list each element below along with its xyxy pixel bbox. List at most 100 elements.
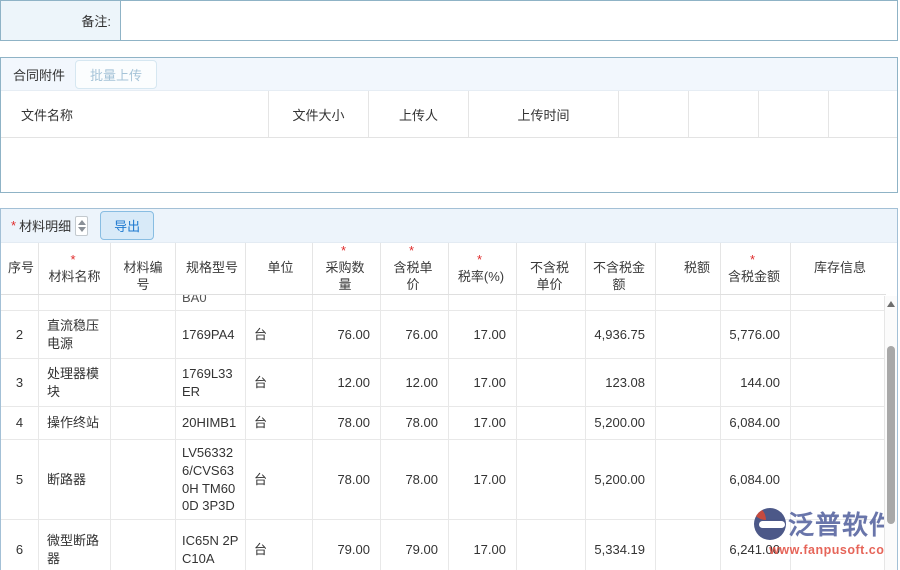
column-header-empty — [619, 91, 689, 137]
attachments-empty-body — [1, 138, 897, 192]
cell-tax-amount — [656, 440, 721, 519]
cell-tax-rate: 17.00 — [449, 440, 517, 519]
attachments-table-header: 文件名称 文件大小 上传人 上传时间 — [1, 91, 897, 138]
cell-material-name: 微型断路器 — [39, 520, 111, 570]
cell-qty: 78.00 — [313, 407, 381, 439]
clipped-spec-text: BA0 — [182, 295, 207, 307]
cell-amount-incl: 6,084.00 — [721, 407, 791, 439]
cell-tax-rate: 17.00 — [449, 311, 517, 358]
sort-spinner-icon[interactable] — [75, 216, 88, 236]
cell-tax-amount — [656, 311, 721, 358]
remark-label: 备注: — [1, 1, 121, 40]
required-asterisk: * — [11, 218, 16, 233]
column-header-file-size: 文件大小 — [269, 91, 369, 137]
column-header-inventory-info: 库存信息 — [791, 243, 886, 294]
cell-tax-amount — [656, 359, 721, 406]
table-row[interactable]: 6 微型断路器 IC65N 2P C10A 台 79.00 79.00 17.0… — [1, 520, 886, 570]
cell-spec: 20HIMB1 — [176, 407, 246, 439]
export-button[interactable]: 导出 — [100, 211, 154, 240]
column-header-price-excl-tax: 不含税单价 — [517, 243, 586, 294]
cell-amount-incl: 5,776.00 — [721, 311, 791, 358]
column-header-seq: 序号 — [1, 243, 39, 294]
table-row[interactable]: 4 操作终站 20HIMB1 台 78.00 78.00 17.00 5,200… — [1, 407, 886, 440]
cell-inventory — [791, 359, 886, 406]
spinner-up-icon[interactable] — [78, 220, 86, 225]
cell-amount-excl: 4,936.75 — [586, 311, 656, 358]
cell-price-incl: 78.00 — [381, 407, 449, 439]
column-header-spec-model: 规格型号 — [176, 243, 246, 294]
column-header-file-name: 文件名称 — [1, 91, 269, 137]
cell-spec: 1769L33ER — [176, 359, 246, 406]
scroll-up-arrow-icon[interactable] — [887, 301, 895, 307]
procurement-contract-page: 备注: 合同附件 批量上传 文件名称 文件大小 上传人 上传时间 * 材料明细 — [0, 0, 900, 570]
column-header-amount-incl-tax: *含税金额 — [721, 243, 791, 294]
cell-amount-excl: 5,334.19 — [586, 520, 656, 570]
remark-input[interactable] — [121, 1, 897, 40]
column-header-empty — [689, 91, 759, 137]
cell-qty: 79.00 — [313, 520, 381, 570]
attachments-title: 合同附件 — [13, 65, 65, 84]
cell-material-name: 处理器模块 — [39, 359, 111, 406]
cell-material-name: 断路器 — [39, 440, 111, 519]
cell-seq: 4 — [1, 407, 39, 439]
vertical-scrollbar[interactable] — [884, 296, 897, 570]
cell-inventory — [791, 311, 886, 358]
column-header-unit: 单位 — [246, 243, 313, 294]
cell-material-code — [111, 359, 176, 406]
cell-material-code — [111, 520, 176, 570]
cell-unit: 台 — [246, 440, 313, 519]
column-header-uploader: 上传人 — [369, 91, 469, 137]
cell-unit: 台 — [246, 311, 313, 358]
cell-amount-incl: 144.00 — [721, 359, 791, 406]
material-details-header-bar: * 材料明细 导出 — [1, 209, 897, 243]
materials-table-header: 序号 *材料名称 材料编号 规格型号 单位 *采购数量 *含税单价 *税率(%)… — [1, 243, 886, 295]
spinner-down-icon[interactable] — [78, 227, 86, 232]
cell-amount-excl: 123.08 — [586, 359, 656, 406]
cell-amount-excl: 5,200.00 — [586, 407, 656, 439]
cell-spec: 1769PA4 — [176, 311, 246, 358]
cell-spec: IC65N 2P C10A — [176, 520, 246, 570]
cell-price-incl: 79.00 — [381, 520, 449, 570]
column-header-material-code: 材料编号 — [111, 243, 176, 294]
contract-attachments-section: 合同附件 批量上传 文件名称 文件大小 上传人 上传时间 — [0, 57, 898, 193]
column-header-empty — [829, 91, 897, 137]
watermark-url: www.fanpusoft.com — [762, 543, 896, 557]
cell-material-name: 直流稳压电源 — [39, 311, 111, 358]
column-header-price-incl-tax: *含税单价 — [381, 243, 449, 294]
cell-material-name: 操作终站 — [39, 407, 111, 439]
cell-material-code — [111, 311, 176, 358]
fanpu-logo-icon — [754, 508, 786, 540]
cell-amount-excl: 5,200.00 — [586, 440, 656, 519]
cell-tax-amount — [656, 520, 721, 570]
cell-seq: 6 — [1, 520, 39, 570]
cell-price-excl — [517, 440, 586, 519]
cell-price-incl: 76.00 — [381, 311, 449, 358]
cell-qty: 76.00 — [313, 311, 381, 358]
cell-price-incl: 78.00 — [381, 440, 449, 519]
cell-price-incl: 12.00 — [381, 359, 449, 406]
column-header-amount-excl-tax: 不含税金额 — [586, 243, 656, 294]
cell-material-code — [111, 407, 176, 439]
cell-unit: 台 — [246, 407, 313, 439]
table-row-clipped[interactable]: BA0 — [1, 295, 886, 311]
cell-unit: 台 — [246, 359, 313, 406]
cell-tax-amount — [656, 407, 721, 439]
column-header-upload-time: 上传时间 — [469, 91, 619, 137]
cell-tax-rate: 17.00 — [449, 407, 517, 439]
table-row[interactable]: 3 处理器模块 1769L33ER 台 12.00 12.00 17.00 12… — [1, 359, 886, 407]
cell-qty: 12.00 — [313, 359, 381, 406]
cell-tax-rate: 17.00 — [449, 520, 517, 570]
column-header-empty — [759, 91, 829, 137]
cell-material-code — [111, 440, 176, 519]
scrollbar-thumb[interactable] — [887, 346, 895, 524]
batch-upload-button[interactable]: 批量上传 — [75, 60, 157, 89]
table-row[interactable]: 2 直流稳压电源 1769PA4 台 76.00 76.00 17.00 4,9… — [1, 311, 886, 359]
cell-price-excl — [517, 520, 586, 570]
cell-unit: 台 — [246, 520, 313, 570]
column-header-tax-amount: 税额 — [656, 243, 721, 294]
attachments-header-bar: 合同附件 批量上传 — [1, 58, 897, 91]
cell-seq: 5 — [1, 440, 39, 519]
cell-inventory — [791, 407, 886, 439]
cell-price-excl — [517, 359, 586, 406]
cell-spec: LV563326/CVS630H TM600D 3P3D — [176, 440, 246, 519]
